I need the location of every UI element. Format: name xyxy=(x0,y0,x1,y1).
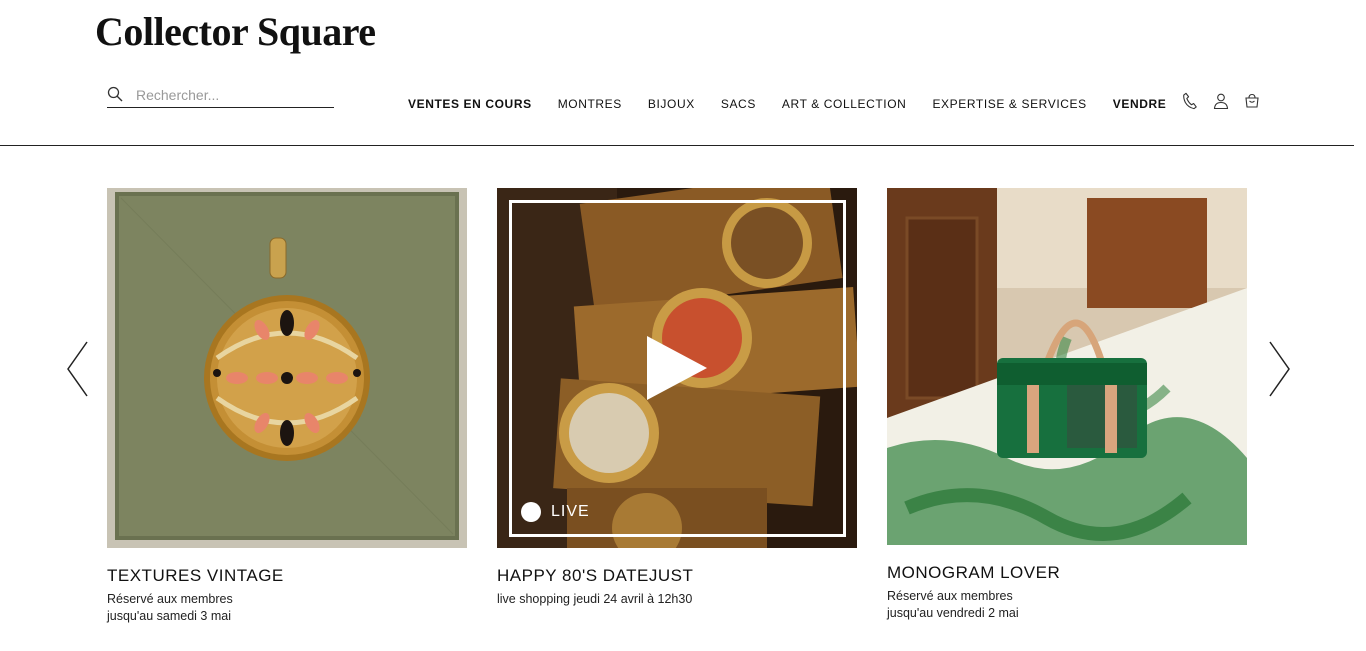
nav-item-vendre[interactable]: VENDRE xyxy=(1113,97,1167,111)
card-subtitle: live shopping jeudi 24 avril à 12h30 xyxy=(497,592,693,606)
live-badge: LIVE xyxy=(521,502,590,522)
nav-item-ventes-en-cours[interactable]: VENTES EN COURS xyxy=(408,97,532,111)
card-title[interactable]: MONOGRAM LOVER xyxy=(887,563,1247,583)
handbag-image[interactable] xyxy=(887,188,1247,545)
nav-item-sacs[interactable]: SACS xyxy=(721,97,756,111)
card-subtitle: Réservé aux membres xyxy=(887,589,1013,603)
utility-icons xyxy=(1181,92,1261,110)
sale-card-textures-vintage[interactable]: TEXTURES VINTAGE Réservé aux membres jus… xyxy=(107,188,467,625)
search-icon[interactable] xyxy=(107,86,123,102)
nav-item-art-collection[interactable]: ART & COLLECTION xyxy=(782,97,907,111)
cart-icon[interactable] xyxy=(1243,92,1261,110)
pendant-image[interactable] xyxy=(107,188,467,548)
carousel-prev-arrow-icon[interactable] xyxy=(65,340,91,398)
carousel-next-arrow-icon[interactable] xyxy=(1266,340,1292,398)
live-label: LIVE xyxy=(551,503,590,520)
sale-card-happy-80s-datejust[interactable]: LIVE HAPPY 80'S DATEJUST live shopping j… xyxy=(497,188,857,608)
card-title[interactable]: HAPPY 80'S DATEJUST xyxy=(497,566,857,586)
watches-video-thumbnail[interactable]: LIVE xyxy=(497,188,857,548)
play-icon[interactable] xyxy=(645,334,709,402)
card-date: jusqu'au vendredi 2 mai xyxy=(887,606,1019,620)
card-subtitle: Réservé aux membres xyxy=(107,592,233,606)
user-icon[interactable] xyxy=(1212,92,1230,110)
card-date: jusqu'au samedi 3 mai xyxy=(107,609,231,623)
search-input[interactable] xyxy=(136,85,331,105)
live-dot-icon xyxy=(521,502,541,522)
phone-icon[interactable] xyxy=(1181,92,1199,110)
nav-item-bijoux[interactable]: BIJOUX xyxy=(648,97,695,111)
brand-logo[interactable]: Collector Square xyxy=(95,8,376,55)
nav-item-expertise-services[interactable]: EXPERTISE & SERVICES xyxy=(932,97,1086,111)
header-divider xyxy=(0,145,1354,146)
card-title[interactable]: TEXTURES VINTAGE xyxy=(107,566,467,586)
main-nav: VENTES EN COURS MONTRES BIJOUX SACS ART … xyxy=(408,96,1166,112)
search-bar xyxy=(107,84,334,108)
nav-item-montres[interactable]: MONTRES xyxy=(558,97,622,111)
sale-card-monogram-lover[interactable]: MONOGRAM LOVER Réservé aux membres jusqu… xyxy=(887,188,1247,622)
